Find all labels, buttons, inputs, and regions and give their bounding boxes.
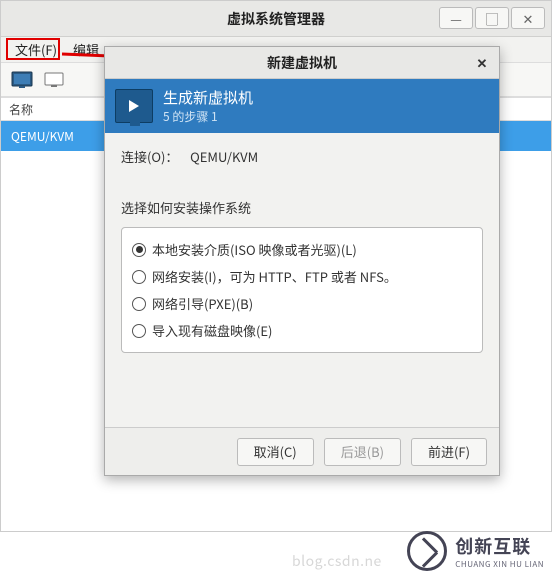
option-label: 本地安装介质(ISO 映像或者光驱)(L) xyxy=(152,240,357,259)
install-method-group: 本地安装介质(ISO 映像或者光驱)(L) 网络安装(I)，可为 HTTP、FT… xyxy=(121,227,483,353)
option-label: 网络安装(I)，可为 HTTP、FTP 或者 NFS。 xyxy=(152,267,397,286)
open-vm-icon[interactable] xyxy=(41,69,67,91)
vm-monitor-icon xyxy=(115,89,153,123)
banner-heading: 生成新虚拟机 xyxy=(163,87,253,108)
column-name: 名称 xyxy=(9,101,33,118)
banner-text: 生成新虚拟机 5 的步骤 1 xyxy=(163,87,253,125)
brand-en: CHUANG XIN HU LIAN xyxy=(455,559,544,570)
menu-edit[interactable]: 编辑 xyxy=(65,38,107,61)
radio-icon xyxy=(132,270,146,284)
connection-line: 连接(O)： QEMU/KVM xyxy=(121,147,483,166)
cancel-button[interactable]: 取消(C) xyxy=(237,438,314,466)
option-pxe[interactable]: 网络引导(PXE)(B) xyxy=(132,290,472,317)
radio-icon xyxy=(132,297,146,311)
dialog-titlebar: 新建虚拟机 ✕ xyxy=(105,47,499,79)
minimize-button[interactable]: — xyxy=(439,7,473,29)
radio-icon xyxy=(132,324,146,338)
radio-icon xyxy=(132,243,146,257)
new-vm-icon[interactable] xyxy=(9,69,35,91)
main-title: 虚拟系统管理器 xyxy=(227,9,325,29)
forward-button[interactable]: 前进(F) xyxy=(411,438,487,466)
dialog-body: 连接(O)： QEMU/KVM 选择如何安装操作系统 本地安装介质(ISO 映像… xyxy=(105,133,499,427)
dialog-title: 新建虚拟机 xyxy=(267,53,337,73)
close-button[interactable]: ✕ xyxy=(511,7,545,29)
option-local-iso[interactable]: 本地安装介质(ISO 映像或者光驱)(L) xyxy=(132,236,472,263)
back-button[interactable]: 后退(B) xyxy=(324,438,401,466)
window-controls: — ▢ ✕ xyxy=(439,7,545,29)
main-titlebar: 虚拟系统管理器 — ▢ ✕ xyxy=(1,1,551,37)
new-vm-dialog: 新建虚拟机 ✕ 生成新虚拟机 5 的步骤 1 连接(O)： QEMU/KVM 选… xyxy=(104,46,500,476)
dialog-footer: 取消(C) 后退(B) 前进(F) xyxy=(105,427,499,475)
option-import-disk[interactable]: 导入现有磁盘映像(E) xyxy=(132,317,472,344)
banner-step: 5 的步骤 1 xyxy=(163,108,253,125)
logo-mark-icon xyxy=(407,531,447,571)
watermark-url: blog.csdn.ne xyxy=(292,551,382,571)
connection-value: QEMU/KVM xyxy=(190,147,258,166)
menu-file[interactable]: 文件(F) xyxy=(7,38,65,61)
logo-text: 创新互联 CHUANG XIN HU LIAN xyxy=(455,533,544,570)
option-label: 导入现有磁盘映像(E) xyxy=(152,321,272,340)
brand-logo: 创新互联 CHUANG XIN HU LIAN xyxy=(407,531,544,571)
dialog-banner: 生成新虚拟机 5 的步骤 1 xyxy=(105,79,499,133)
brand-cn: 创新互联 xyxy=(455,533,544,559)
option-network-install[interactable]: 网络安装(I)，可为 HTTP、FTP 或者 NFS。 xyxy=(132,263,472,290)
connection-label: 连接(O)： xyxy=(121,147,178,166)
maximize-button[interactable]: ▢ xyxy=(475,7,509,29)
option-label: 网络引导(PXE)(B) xyxy=(152,294,253,313)
dialog-close-icon[interactable]: ✕ xyxy=(473,53,491,71)
connection-name: QEMU/KVM xyxy=(11,128,74,145)
install-method-label: 选择如何安装操作系统 xyxy=(121,198,483,217)
